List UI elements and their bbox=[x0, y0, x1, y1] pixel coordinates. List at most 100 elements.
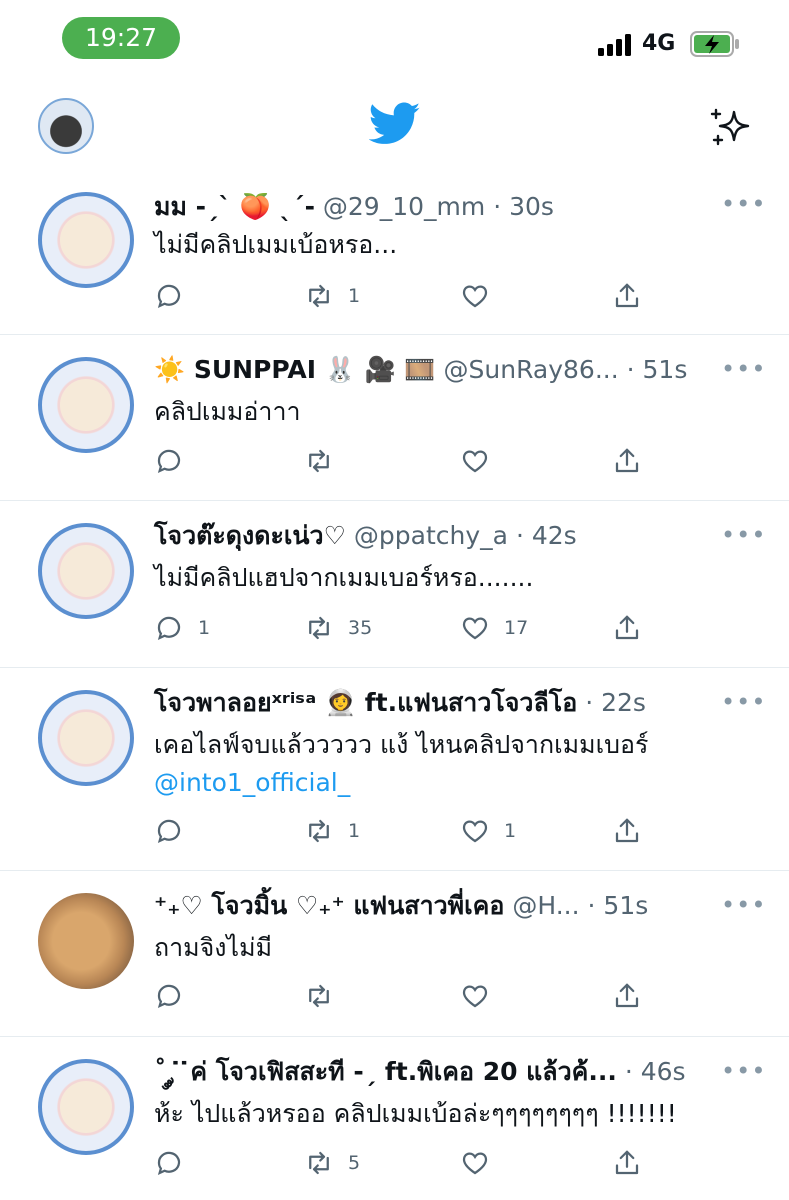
tweet-actions bbox=[154, 444, 674, 478]
more-options-icon[interactable]: ••• bbox=[721, 891, 766, 919]
more-options-icon[interactable]: ••• bbox=[721, 1057, 766, 1085]
share-button[interactable] bbox=[612, 611, 642, 645]
heart-icon bbox=[462, 450, 488, 473]
signal-icon bbox=[598, 34, 631, 56]
display-name[interactable]: โจวพาลอยˣʳⁱˢᵃ 👩‍🚀 ft.แฟนสาวโจวลีโอ bbox=[154, 688, 577, 717]
handle[interactable]: @29_10_mm bbox=[323, 192, 485, 221]
display-name[interactable]: โจวต๊ะดุงดะเน่ว♡ bbox=[154, 521, 346, 550]
tweet[interactable]: ˚ ༘ ̇ ̇ค่ โจวเฟิสสะที -ˏ ft.พิเคอ 20 แล้… bbox=[0, 1037, 789, 1200]
mention-link[interactable]: @into1_official_ bbox=[154, 764, 350, 802]
profile-avatar[interactable] bbox=[38, 98, 94, 154]
share-icon bbox=[615, 1150, 639, 1175]
avatar[interactable] bbox=[38, 357, 134, 453]
like-button[interactable] bbox=[460, 1146, 504, 1180]
heart-icon bbox=[462, 617, 488, 640]
more-options-icon[interactable]: ••• bbox=[721, 521, 766, 549]
timestamp[interactable]: 51s bbox=[603, 891, 648, 920]
network-label: 4G bbox=[642, 31, 676, 56]
timestamp[interactable]: 42s bbox=[532, 521, 577, 550]
like-button[interactable] bbox=[460, 279, 504, 313]
separator-dot: · bbox=[493, 192, 502, 221]
like-button[interactable] bbox=[460, 444, 504, 478]
tweet[interactable]: โจวพาลอยˣʳⁱˢᵃ 👩‍🚀 ft.แฟนสาวโจวลีโอ · 22s… bbox=[0, 668, 789, 871]
retweet-button[interactable]: 1 bbox=[304, 814, 360, 848]
tweet-text: คลิปเมมอ่าาา bbox=[154, 397, 301, 426]
timestamp[interactable]: 22s bbox=[601, 688, 646, 717]
like-button[interactable]: 1 bbox=[460, 814, 516, 848]
avatar[interactable] bbox=[38, 690, 134, 786]
tweet[interactable]: โจวต๊ะดุงดะเน่ว♡ @ppatchy_a · 42s ••• ไม… bbox=[0, 501, 789, 668]
retweet-icon bbox=[309, 984, 329, 1008]
display-name[interactable]: ☀️ SUNPPAI 🐰 🎥 🎞️ bbox=[154, 355, 436, 384]
tweet-header: โจวพาลอยˣʳⁱˢᵃ 👩‍🚀 ft.แฟนสาวโจวลีโอ · 22s bbox=[154, 686, 646, 720]
share-button[interactable] bbox=[612, 814, 642, 848]
twitter-bird-icon[interactable] bbox=[369, 102, 421, 146]
reply-button[interactable] bbox=[154, 979, 198, 1013]
handle[interactable]: @ppatchy_a bbox=[354, 521, 508, 550]
more-options-icon[interactable]: ••• bbox=[721, 190, 766, 218]
tweet-header: ☀️ SUNPPAI 🐰 🎥 🎞️ @SunRay86... · 51s bbox=[154, 353, 687, 387]
reply-button[interactable] bbox=[154, 814, 198, 848]
share-icon bbox=[615, 448, 639, 473]
handle[interactable]: @H... bbox=[512, 891, 579, 920]
sparkle-icon[interactable] bbox=[708, 104, 754, 150]
avatar[interactable] bbox=[38, 192, 134, 288]
like-count: 1 bbox=[504, 820, 517, 842]
retweet-button[interactable]: 35 bbox=[304, 611, 372, 645]
status-time[interactable]: 19:27 bbox=[62, 17, 180, 59]
share-button[interactable] bbox=[612, 279, 642, 313]
heart-icon bbox=[462, 985, 488, 1008]
heart-icon bbox=[462, 285, 488, 308]
avatar[interactable] bbox=[38, 1059, 134, 1155]
reply-button[interactable]: 1 bbox=[154, 611, 210, 645]
separator-dot: · bbox=[587, 891, 596, 920]
timestamp[interactable]: 30s bbox=[509, 192, 554, 221]
tweet[interactable]: มม -ˏˋ 🍑 ˎˊ- @29_10_mm · 30s ••• ไม่มีคล… bbox=[0, 176, 789, 335]
tweet-actions: 5 bbox=[154, 1146, 674, 1180]
like-count: 17 bbox=[504, 617, 529, 639]
heart-icon bbox=[462, 820, 488, 843]
share-button[interactable] bbox=[612, 444, 642, 478]
timestamp[interactable]: 46s bbox=[641, 1057, 686, 1086]
more-options-icon[interactable]: ••• bbox=[721, 688, 766, 716]
display-name[interactable]: ˚ ༘ ̇ ̇ค่ โจวเฟิสสะที -ˏ ft.พิเคอ 20 แล้… bbox=[154, 1057, 617, 1086]
avatar[interactable] bbox=[38, 893, 134, 989]
display-name[interactable]: มม -ˏˋ 🍑 ˎˊ- bbox=[154, 192, 315, 221]
tweet[interactable]: ⁺₊♡ โจวมิ้น ♡₊⁺ แฟนสาวพี่เคอ @H... · 51s… bbox=[0, 871, 789, 1037]
timestamp[interactable]: 51s bbox=[643, 355, 688, 384]
retweet-button[interactable] bbox=[304, 979, 348, 1013]
reply-button[interactable] bbox=[154, 444, 198, 478]
tweet-text: ถามจิงไม่มี bbox=[154, 933, 273, 962]
retweet-button[interactable]: 1 bbox=[304, 279, 360, 313]
reply-button[interactable] bbox=[154, 279, 198, 313]
separator-dot: · bbox=[624, 1057, 633, 1086]
tweet-text: เคอไลฟ์จบแล้ววววว แง้ ไหนคลิปจากเมมเบอร์ bbox=[154, 730, 649, 759]
retweet-icon bbox=[309, 819, 329, 843]
more-options-icon[interactable]: ••• bbox=[721, 355, 766, 383]
like-button[interactable]: 17 bbox=[460, 611, 528, 645]
handle[interactable]: @SunRay86... bbox=[444, 355, 619, 384]
display-name[interactable]: ⁺₊♡ โจวมิ้น ♡₊⁺ แฟนสาวพี่เคอ bbox=[154, 891, 504, 920]
like-button[interactable] bbox=[460, 979, 504, 1013]
share-button[interactable] bbox=[612, 979, 642, 1013]
tweet-header: ˚ ༘ ̇ ̇ค่ โจวเฟิสสะที -ˏ ft.พิเคอ 20 แล้… bbox=[154, 1055, 686, 1089]
tweet-header: โจวต๊ะดุงดะเน่ว♡ @ppatchy_a · 42s bbox=[154, 519, 577, 553]
retweet-button[interactable]: 5 bbox=[304, 1146, 360, 1180]
tweet-header: มม -ˏˋ 🍑 ˎˊ- @29_10_mm · 30s bbox=[154, 190, 554, 224]
avatar[interactable] bbox=[38, 523, 134, 619]
share-button[interactable] bbox=[612, 1146, 642, 1180]
tweet[interactable]: ☀️ SUNPPAI 🐰 🎥 🎞️ @SunRay86... · 51s •••… bbox=[0, 335, 789, 501]
battery-charging-icon bbox=[690, 31, 739, 57]
share-icon bbox=[615, 983, 639, 1008]
reply-icon bbox=[157, 449, 181, 474]
reply-icon bbox=[157, 819, 181, 844]
retweet-icon bbox=[309, 1151, 329, 1175]
tweet-text: ไม่มีคลิปแฮปจากเมมเบอร์หรอ....... bbox=[154, 563, 534, 592]
retweet-button[interactable] bbox=[304, 444, 348, 478]
tweet-actions: 1 35 17 bbox=[154, 611, 674, 645]
reply-button[interactable] bbox=[154, 1146, 198, 1180]
tweet-actions: 1 1 bbox=[154, 814, 674, 848]
heart-icon bbox=[462, 1152, 488, 1175]
retweet-icon bbox=[309, 449, 329, 473]
reply-icon bbox=[157, 1151, 181, 1176]
